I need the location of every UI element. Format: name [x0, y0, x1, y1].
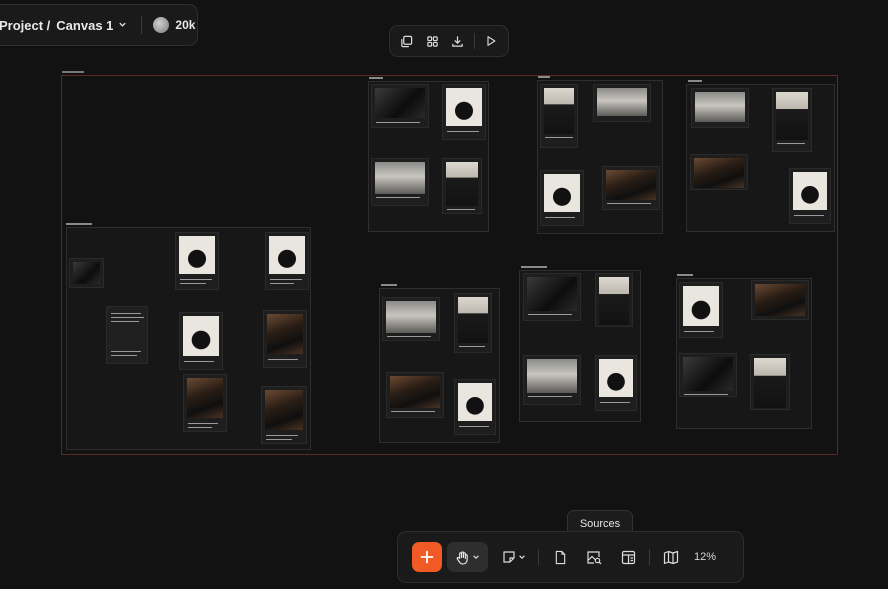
image-card[interactable] [523, 355, 581, 405]
image-card[interactable] [679, 282, 723, 338]
image-card[interactable] [602, 166, 660, 210]
chevron-down-icon [473, 555, 479, 560]
group-title [381, 284, 397, 286]
divider [473, 33, 475, 49]
top-breadcrumb-bar: Project / Canvas 1 20k [0, 4, 198, 46]
frame-title [62, 71, 84, 73]
file-icon[interactable] [545, 542, 575, 572]
image-card[interactable] [595, 355, 637, 411]
image-card[interactable] [442, 158, 482, 214]
group-title [538, 76, 550, 78]
copy-icon[interactable] [398, 32, 416, 50]
top-tools-bar [389, 25, 509, 57]
image-search-icon[interactable] [579, 542, 609, 572]
image-card[interactable] [691, 88, 749, 128]
image-card[interactable] [263, 310, 307, 368]
map-icon[interactable] [656, 542, 686, 572]
image-card[interactable] [772, 88, 812, 152]
sticky-note-icon [503, 551, 515, 563]
image-card[interactable] [750, 354, 790, 410]
text-card[interactable] [106, 306, 148, 364]
divider [538, 549, 539, 565]
image-card[interactable] [261, 386, 307, 444]
hand-tool-button[interactable] [447, 542, 488, 572]
chevron-down-icon[interactable] [118, 16, 127, 34]
group-title [688, 80, 702, 82]
canvas-name[interactable]: Canvas 1 [56, 18, 113, 33]
image-card[interactable] [593, 84, 651, 122]
credits-coin-icon [153, 17, 170, 33]
image-card[interactable] [679, 353, 737, 397]
image-card[interactable] [183, 374, 227, 432]
sticky-note-button[interactable] [498, 542, 530, 572]
group-title [677, 274, 693, 276]
group-title [521, 266, 547, 268]
credits-count[interactable]: 20k [175, 18, 195, 32]
project-breadcrumb[interactable]: Project / [0, 18, 50, 33]
image-card[interactable] [265, 232, 309, 290]
bottom-toolbar: 12% [397, 531, 744, 583]
image-card[interactable] [69, 258, 104, 288]
image-card[interactable] [386, 372, 444, 418]
image-card[interactable] [523, 273, 581, 321]
image-card[interactable] [179, 312, 223, 370]
divider [649, 549, 650, 565]
chevron-down-icon [519, 555, 525, 560]
image-card[interactable] [175, 232, 219, 290]
image-card[interactable] [690, 154, 748, 190]
image-card[interactable] [595, 273, 633, 327]
image-card[interactable] [789, 168, 831, 224]
play-icon[interactable] [482, 32, 500, 50]
image-card[interactable] [751, 280, 809, 320]
download-icon[interactable] [448, 32, 466, 50]
image-card[interactable] [442, 84, 486, 140]
group-title [369, 77, 383, 79]
add-button[interactable] [412, 542, 442, 572]
image-card[interactable] [371, 158, 429, 206]
layout-icon[interactable] [613, 542, 643, 572]
plus-icon [420, 550, 434, 564]
hand-icon [456, 550, 468, 565]
image-card[interactable] [371, 84, 429, 128]
image-card[interactable] [454, 293, 492, 353]
image-card[interactable] [382, 297, 440, 341]
group-title [66, 223, 92, 225]
grid-icon[interactable] [423, 32, 441, 50]
image-card[interactable] [540, 84, 578, 148]
image-card[interactable] [540, 170, 584, 226]
zoom-level[interactable]: 12% [694, 551, 716, 563]
divider [141, 16, 143, 34]
image-card[interactable] [454, 379, 496, 435]
